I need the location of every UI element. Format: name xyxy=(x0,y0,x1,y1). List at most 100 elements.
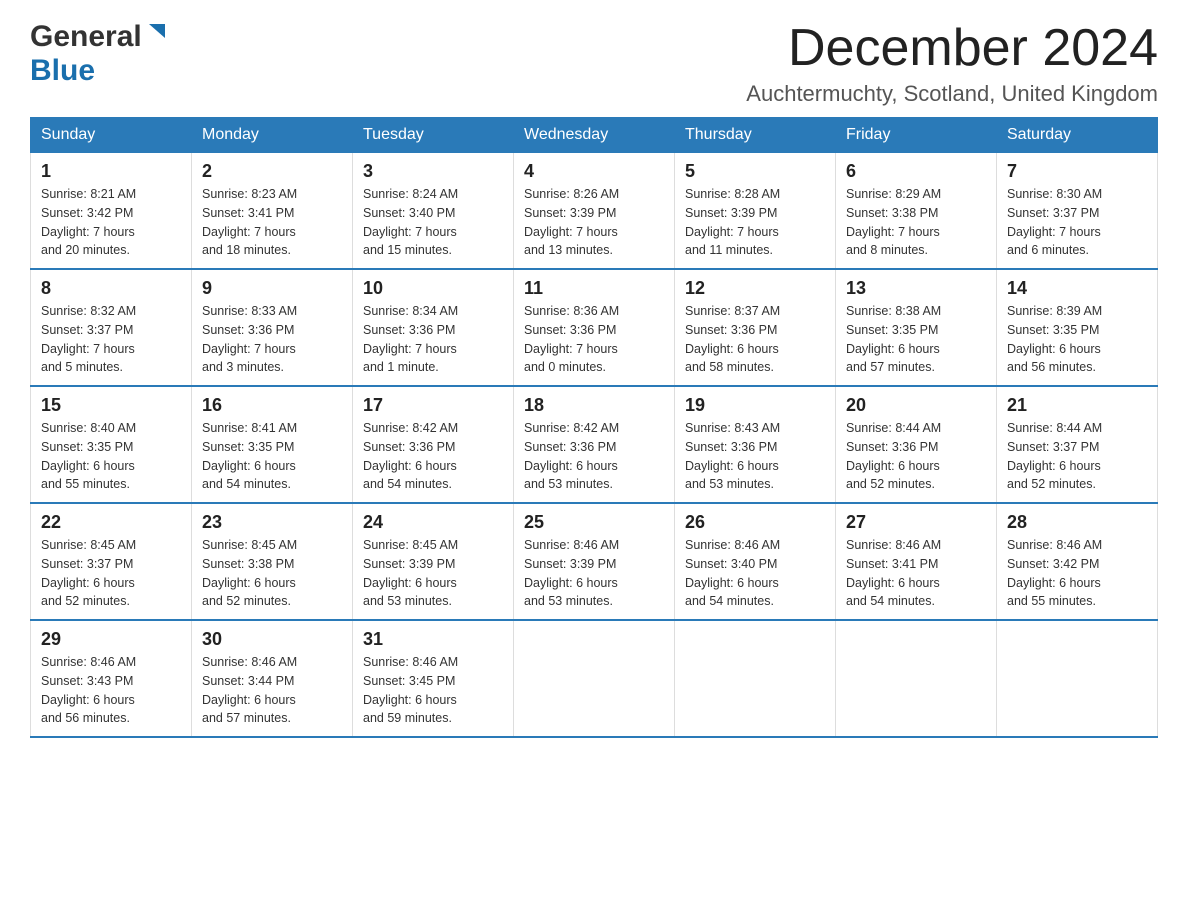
day-info: Sunrise: 8:43 AMSunset: 3:36 PMDaylight:… xyxy=(685,419,825,494)
calendar-cell: 30 Sunrise: 8:46 AMSunset: 3:44 PMDaylig… xyxy=(192,620,353,737)
logo-blue-text: Blue xyxy=(30,54,95,88)
calendar-cell: 17 Sunrise: 8:42 AMSunset: 3:36 PMDaylig… xyxy=(353,386,514,503)
week-row-4: 22 Sunrise: 8:45 AMSunset: 3:37 PMDaylig… xyxy=(31,503,1158,620)
calendar-cell: 25 Sunrise: 8:46 AMSunset: 3:39 PMDaylig… xyxy=(514,503,675,620)
calendar-cell: 2 Sunrise: 8:23 AMSunset: 3:41 PMDayligh… xyxy=(192,153,353,270)
day-info: Sunrise: 8:42 AMSunset: 3:36 PMDaylight:… xyxy=(524,419,664,494)
day-number: 13 xyxy=(846,278,986,299)
day-number: 9 xyxy=(202,278,342,299)
calendar-cell: 26 Sunrise: 8:46 AMSunset: 3:40 PMDaylig… xyxy=(675,503,836,620)
day-info: Sunrise: 8:42 AMSunset: 3:36 PMDaylight:… xyxy=(363,419,503,494)
day-number: 16 xyxy=(202,395,342,416)
calendar-cell: 21 Sunrise: 8:44 AMSunset: 3:37 PMDaylig… xyxy=(997,386,1158,503)
day-number: 6 xyxy=(846,161,986,182)
day-info: Sunrise: 8:45 AMSunset: 3:38 PMDaylight:… xyxy=(202,536,342,611)
calendar-cell: 7 Sunrise: 8:30 AMSunset: 3:37 PMDayligh… xyxy=(997,153,1158,270)
day-number: 18 xyxy=(524,395,664,416)
calendar-cell: 13 Sunrise: 8:38 AMSunset: 3:35 PMDaylig… xyxy=(836,269,997,386)
day-number: 4 xyxy=(524,161,664,182)
calendar-cell xyxy=(836,620,997,737)
day-info: Sunrise: 8:29 AMSunset: 3:38 PMDaylight:… xyxy=(846,185,986,260)
calendar-cell: 12 Sunrise: 8:37 AMSunset: 3:36 PMDaylig… xyxy=(675,269,836,386)
week-row-2: 8 Sunrise: 8:32 AMSunset: 3:37 PMDayligh… xyxy=(31,269,1158,386)
day-info: Sunrise: 8:44 AMSunset: 3:36 PMDaylight:… xyxy=(846,419,986,494)
calendar-cell: 19 Sunrise: 8:43 AMSunset: 3:36 PMDaylig… xyxy=(675,386,836,503)
day-info: Sunrise: 8:46 AMSunset: 3:42 PMDaylight:… xyxy=(1007,536,1147,611)
day-number: 27 xyxy=(846,512,986,533)
day-number: 21 xyxy=(1007,395,1147,416)
day-info: Sunrise: 8:41 AMSunset: 3:35 PMDaylight:… xyxy=(202,419,342,494)
calendar-cell: 27 Sunrise: 8:46 AMSunset: 3:41 PMDaylig… xyxy=(836,503,997,620)
day-number: 1 xyxy=(41,161,181,182)
day-number: 22 xyxy=(41,512,181,533)
day-number: 3 xyxy=(363,161,503,182)
day-info: Sunrise: 8:38 AMSunset: 3:35 PMDaylight:… xyxy=(846,302,986,377)
calendar-cell: 20 Sunrise: 8:44 AMSunset: 3:36 PMDaylig… xyxy=(836,386,997,503)
calendar-cell: 23 Sunrise: 8:45 AMSunset: 3:38 PMDaylig… xyxy=(192,503,353,620)
day-info: Sunrise: 8:21 AMSunset: 3:42 PMDaylight:… xyxy=(41,185,181,260)
weekday-header-row: SundayMondayTuesdayWednesdayThursdayFrid… xyxy=(31,118,1158,153)
calendar-cell: 24 Sunrise: 8:45 AMSunset: 3:39 PMDaylig… xyxy=(353,503,514,620)
calendar-cell: 14 Sunrise: 8:39 AMSunset: 3:35 PMDaylig… xyxy=(997,269,1158,386)
calendar-cell xyxy=(997,620,1158,737)
day-info: Sunrise: 8:39 AMSunset: 3:35 PMDaylight:… xyxy=(1007,302,1147,377)
calendar-cell: 15 Sunrise: 8:40 AMSunset: 3:35 PMDaylig… xyxy=(31,386,192,503)
day-info: Sunrise: 8:36 AMSunset: 3:36 PMDaylight:… xyxy=(524,302,664,377)
day-number: 11 xyxy=(524,278,664,299)
day-number: 14 xyxy=(1007,278,1147,299)
day-number: 17 xyxy=(363,395,503,416)
weekday-header-thursday: Thursday xyxy=(675,118,836,153)
day-info: Sunrise: 8:46 AMSunset: 3:40 PMDaylight:… xyxy=(685,536,825,611)
calendar-cell xyxy=(675,620,836,737)
day-info: Sunrise: 8:46 AMSunset: 3:45 PMDaylight:… xyxy=(363,653,503,728)
calendar-cell: 6 Sunrise: 8:29 AMSunset: 3:38 PMDayligh… xyxy=(836,153,997,270)
day-info: Sunrise: 8:46 AMSunset: 3:39 PMDaylight:… xyxy=(524,536,664,611)
title-block: December 2024 Auchtermuchty, Scotland, U… xyxy=(746,20,1158,107)
day-info: Sunrise: 8:46 AMSunset: 3:43 PMDaylight:… xyxy=(41,653,181,728)
calendar-cell: 22 Sunrise: 8:45 AMSunset: 3:37 PMDaylig… xyxy=(31,503,192,620)
calendar-cell: 4 Sunrise: 8:26 AMSunset: 3:39 PMDayligh… xyxy=(514,153,675,270)
week-row-1: 1 Sunrise: 8:21 AMSunset: 3:42 PMDayligh… xyxy=(31,153,1158,270)
day-info: Sunrise: 8:46 AMSunset: 3:44 PMDaylight:… xyxy=(202,653,342,728)
page-header: General Blue December 2024 Auchtermuchty… xyxy=(30,20,1158,107)
calendar-cell: 1 Sunrise: 8:21 AMSunset: 3:42 PMDayligh… xyxy=(31,153,192,270)
calendar-cell: 28 Sunrise: 8:46 AMSunset: 3:42 PMDaylig… xyxy=(997,503,1158,620)
location-subtitle: Auchtermuchty, Scotland, United Kingdom xyxy=(746,81,1158,107)
weekday-header-wednesday: Wednesday xyxy=(514,118,675,153)
day-number: 15 xyxy=(41,395,181,416)
day-info: Sunrise: 8:46 AMSunset: 3:41 PMDaylight:… xyxy=(846,536,986,611)
day-info: Sunrise: 8:44 AMSunset: 3:37 PMDaylight:… xyxy=(1007,419,1147,494)
day-info: Sunrise: 8:30 AMSunset: 3:37 PMDaylight:… xyxy=(1007,185,1147,260)
day-number: 29 xyxy=(41,629,181,650)
calendar-cell: 3 Sunrise: 8:24 AMSunset: 3:40 PMDayligh… xyxy=(353,153,514,270)
day-number: 19 xyxy=(685,395,825,416)
logo: General Blue xyxy=(30,20,167,88)
weekday-header-monday: Monday xyxy=(192,118,353,153)
day-number: 25 xyxy=(524,512,664,533)
day-number: 5 xyxy=(685,161,825,182)
calendar-cell xyxy=(514,620,675,737)
day-number: 20 xyxy=(846,395,986,416)
calendar-cell: 29 Sunrise: 8:46 AMSunset: 3:43 PMDaylig… xyxy=(31,620,192,737)
day-number: 7 xyxy=(1007,161,1147,182)
calendar-cell: 5 Sunrise: 8:28 AMSunset: 3:39 PMDayligh… xyxy=(675,153,836,270)
day-number: 23 xyxy=(202,512,342,533)
day-number: 30 xyxy=(202,629,342,650)
weekday-header-saturday: Saturday xyxy=(997,118,1158,153)
calendar-cell: 11 Sunrise: 8:36 AMSunset: 3:36 PMDaylig… xyxy=(514,269,675,386)
day-number: 28 xyxy=(1007,512,1147,533)
week-row-5: 29 Sunrise: 8:46 AMSunset: 3:43 PMDaylig… xyxy=(31,620,1158,737)
day-info: Sunrise: 8:40 AMSunset: 3:35 PMDaylight:… xyxy=(41,419,181,494)
weekday-header-tuesday: Tuesday xyxy=(353,118,514,153)
day-info: Sunrise: 8:24 AMSunset: 3:40 PMDaylight:… xyxy=(363,185,503,260)
week-row-3: 15 Sunrise: 8:40 AMSunset: 3:35 PMDaylig… xyxy=(31,386,1158,503)
calendar-cell: 16 Sunrise: 8:41 AMSunset: 3:35 PMDaylig… xyxy=(192,386,353,503)
calendar-table: SundayMondayTuesdayWednesdayThursdayFrid… xyxy=(30,117,1158,738)
day-number: 26 xyxy=(685,512,825,533)
day-number: 8 xyxy=(41,278,181,299)
weekday-header-sunday: Sunday xyxy=(31,118,192,153)
day-info: Sunrise: 8:32 AMSunset: 3:37 PMDaylight:… xyxy=(41,302,181,377)
calendar-cell: 18 Sunrise: 8:42 AMSunset: 3:36 PMDaylig… xyxy=(514,386,675,503)
calendar-cell: 10 Sunrise: 8:34 AMSunset: 3:36 PMDaylig… xyxy=(353,269,514,386)
logo-arrow-icon xyxy=(145,22,167,49)
